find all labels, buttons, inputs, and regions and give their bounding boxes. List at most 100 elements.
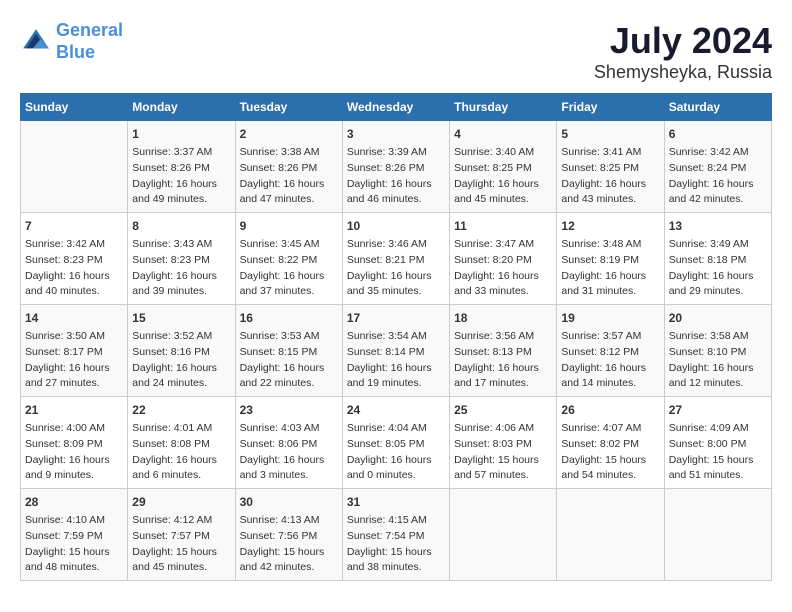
cell-content: Sunrise: 4:10 AM Sunset: 7:59 PM Dayligh… [25, 513, 123, 576]
day-number: 14 [25, 309, 123, 327]
cell-content: Sunrise: 3:37 AM Sunset: 8:26 PM Dayligh… [132, 145, 230, 208]
calendar-cell: 19 Sunrise: 3:57 AM Sunset: 8:12 PM Dayli… [557, 305, 664, 397]
calendar-cell [557, 489, 664, 581]
calendar-week-2: 7Sunrise: 3:42 AM Sunset: 8:23 PM Daylig… [21, 213, 772, 305]
cell-content: Sunrise: 4:07 AM Sunset: 8:02 PM Dayligh… [561, 421, 659, 484]
cell-content: Sunrise: 3:42 AM Sunset: 8:24 PM Dayligh… [669, 145, 767, 208]
header-cell-saturday: Saturday [664, 94, 771, 121]
calendar-week-1: 1 Sunrise: 3:37 AM Sunset: 8:26 PM Daylig… [21, 121, 772, 213]
day-number: 16 [240, 309, 338, 327]
day-number: 13 [669, 217, 767, 235]
calendar-cell: 14Sunrise: 3:50 AM Sunset: 8:17 PM Dayli… [21, 305, 128, 397]
day-number: 8 [132, 217, 230, 235]
calendar-cell: 2Sunrise: 3:38 AM Sunset: 8:26 PM Daylig… [235, 121, 342, 213]
day-number: 5 [561, 125, 659, 143]
calendar-cell: 12Sunrise: 3:48 AM Sunset: 8:19 PM Dayli… [557, 213, 664, 305]
cell-content: Sunrise: 3:40 AM Sunset: 8:25 PM Dayligh… [454, 145, 552, 208]
cell-content: Sunrise: 4:06 AM Sunset: 8:03 PM Dayligh… [454, 421, 552, 484]
cell-content: Sunrise: 3:56 AM Sunset: 8:13 PM Dayligh… [454, 329, 552, 392]
calendar-cell: 13 Sunrise: 3:49 AM Sunset: 8:18 PM Dayli… [664, 213, 771, 305]
day-number: 4 [454, 125, 552, 143]
day-number: 10 [347, 217, 445, 235]
logo: General Blue [20, 20, 123, 63]
calendar-week-4: 21 Sunrise: 4:00 AM Sunset: 8:09 PM Dayli… [21, 397, 772, 489]
cell-content: Sunrise: 3:46 AM Sunset: 8:21 PM Dayligh… [347, 237, 445, 300]
day-number: 26 [561, 401, 659, 419]
calendar-cell: 15Sunrise: 3:52 AM Sunset: 8:16 PM Dayli… [128, 305, 235, 397]
calendar-cell: 31 Sunrise: 4:15 AM Sunset: 7:54 PM Dayli… [342, 489, 449, 581]
title-block: July 2024 Shemysheyka, Russia [594, 20, 772, 83]
day-number: 31 [347, 493, 445, 511]
cell-content: Sunrise: 3:45 AM Sunset: 8:22 PM Dayligh… [240, 237, 338, 300]
day-number: 17 [347, 309, 445, 327]
location-title: Shemysheyka, Russia [594, 62, 772, 83]
calendar-cell: 3 Sunrise: 3:39 AM Sunset: 8:26 PM Daylig… [342, 121, 449, 213]
cell-content: Sunrise: 4:12 AM Sunset: 7:57 PM Dayligh… [132, 513, 230, 576]
cell-content: Sunrise: 4:13 AM Sunset: 7:56 PM Dayligh… [240, 513, 338, 576]
day-number: 28 [25, 493, 123, 511]
day-number: 27 [669, 401, 767, 419]
day-number: 21 [25, 401, 123, 419]
calendar-body: 1 Sunrise: 3:37 AM Sunset: 8:26 PM Daylig… [21, 121, 772, 581]
calendar-cell: 26 Sunrise: 4:07 AM Sunset: 8:02 PM Dayli… [557, 397, 664, 489]
calendar-cell: 4 Sunrise: 3:40 AM Sunset: 8:25 PM Daylig… [450, 121, 557, 213]
day-number: 23 [240, 401, 338, 419]
logo-line1: General [56, 20, 123, 40]
cell-content: Sunrise: 4:03 AM Sunset: 8:06 PM Dayligh… [240, 421, 338, 484]
cell-content: Sunrise: 3:39 AM Sunset: 8:26 PM Dayligh… [347, 145, 445, 208]
header-cell-wednesday: Wednesday [342, 94, 449, 121]
calendar-cell: 21 Sunrise: 4:00 AM Sunset: 8:09 PM Dayli… [21, 397, 128, 489]
calendar-header: SundayMondayTuesdayWednesdayThursdayFrid… [21, 94, 772, 121]
day-number: 24 [347, 401, 445, 419]
header-cell-monday: Monday [128, 94, 235, 121]
day-number: 2 [240, 125, 338, 143]
cell-content: Sunrise: 3:54 AM Sunset: 8:14 PM Dayligh… [347, 329, 445, 392]
cell-content: Sunrise: 3:47 AM Sunset: 8:20 PM Dayligh… [454, 237, 552, 300]
month-title: July 2024 [594, 20, 772, 62]
day-number: 15 [132, 309, 230, 327]
header-row: SundayMondayTuesdayWednesdayThursdayFrid… [21, 94, 772, 121]
header-cell-sunday: Sunday [21, 94, 128, 121]
calendar-table: SundayMondayTuesdayWednesdayThursdayFrid… [20, 93, 772, 581]
calendar-cell: 17 Sunrise: 3:54 AM Sunset: 8:14 PM Dayli… [342, 305, 449, 397]
cell-content: Sunrise: 3:41 AM Sunset: 8:25 PM Dayligh… [561, 145, 659, 208]
day-number: 1 [132, 125, 230, 143]
day-number: 3 [347, 125, 445, 143]
calendar-cell: 25 Sunrise: 4:06 AM Sunset: 8:03 PM Dayli… [450, 397, 557, 489]
calendar-cell: 11 Sunrise: 3:47 AM Sunset: 8:20 PM Dayli… [450, 213, 557, 305]
cell-content: Sunrise: 4:09 AM Sunset: 8:00 PM Dayligh… [669, 421, 767, 484]
calendar-cell: 16 Sunrise: 3:53 AM Sunset: 8:15 PM Dayli… [235, 305, 342, 397]
calendar-cell: 28 Sunrise: 4:10 AM Sunset: 7:59 PM Dayli… [21, 489, 128, 581]
cell-content: Sunrise: 4:00 AM Sunset: 8:09 PM Dayligh… [25, 421, 123, 484]
cell-content: Sunrise: 3:58 AM Sunset: 8:10 PM Dayligh… [669, 329, 767, 392]
header-cell-friday: Friday [557, 94, 664, 121]
logo-text: General Blue [56, 20, 123, 63]
day-number: 7 [25, 217, 123, 235]
calendar-cell: 5 Sunrise: 3:41 AM Sunset: 8:25 PM Daylig… [557, 121, 664, 213]
day-number: 19 [561, 309, 659, 327]
cell-content: Sunrise: 4:01 AM Sunset: 8:08 PM Dayligh… [132, 421, 230, 484]
day-number: 20 [669, 309, 767, 327]
cell-content: Sunrise: 3:49 AM Sunset: 8:18 PM Dayligh… [669, 237, 767, 300]
calendar-cell: 20 Sunrise: 3:58 AM Sunset: 8:10 PM Dayli… [664, 305, 771, 397]
cell-content: Sunrise: 3:43 AM Sunset: 8:23 PM Dayligh… [132, 237, 230, 300]
calendar-week-5: 28 Sunrise: 4:10 AM Sunset: 7:59 PM Dayli… [21, 489, 772, 581]
calendar-cell: 7Sunrise: 3:42 AM Sunset: 8:23 PM Daylig… [21, 213, 128, 305]
calendar-cell [450, 489, 557, 581]
cell-content: Sunrise: 3:53 AM Sunset: 8:15 PM Dayligh… [240, 329, 338, 392]
day-number: 25 [454, 401, 552, 419]
calendar-cell: 24Sunrise: 4:04 AM Sunset: 8:05 PM Dayli… [342, 397, 449, 489]
calendar-cell: 9Sunrise: 3:45 AM Sunset: 8:22 PM Daylig… [235, 213, 342, 305]
cell-content: Sunrise: 4:15 AM Sunset: 7:54 PM Dayligh… [347, 513, 445, 576]
calendar-cell: 8 Sunrise: 3:43 AM Sunset: 8:23 PM Daylig… [128, 213, 235, 305]
calendar-cell: 30Sunrise: 4:13 AM Sunset: 7:56 PM Dayli… [235, 489, 342, 581]
calendar-week-3: 14Sunrise: 3:50 AM Sunset: 8:17 PM Dayli… [21, 305, 772, 397]
calendar-cell [21, 121, 128, 213]
calendar-cell: 6Sunrise: 3:42 AM Sunset: 8:24 PM Daylig… [664, 121, 771, 213]
day-number: 22 [132, 401, 230, 419]
calendar-cell: 1 Sunrise: 3:37 AM Sunset: 8:26 PM Daylig… [128, 121, 235, 213]
calendar-cell: 27 Sunrise: 4:09 AM Sunset: 8:00 PM Dayli… [664, 397, 771, 489]
calendar-cell [664, 489, 771, 581]
day-number: 11 [454, 217, 552, 235]
cell-content: Sunrise: 3:57 AM Sunset: 8:12 PM Dayligh… [561, 329, 659, 392]
